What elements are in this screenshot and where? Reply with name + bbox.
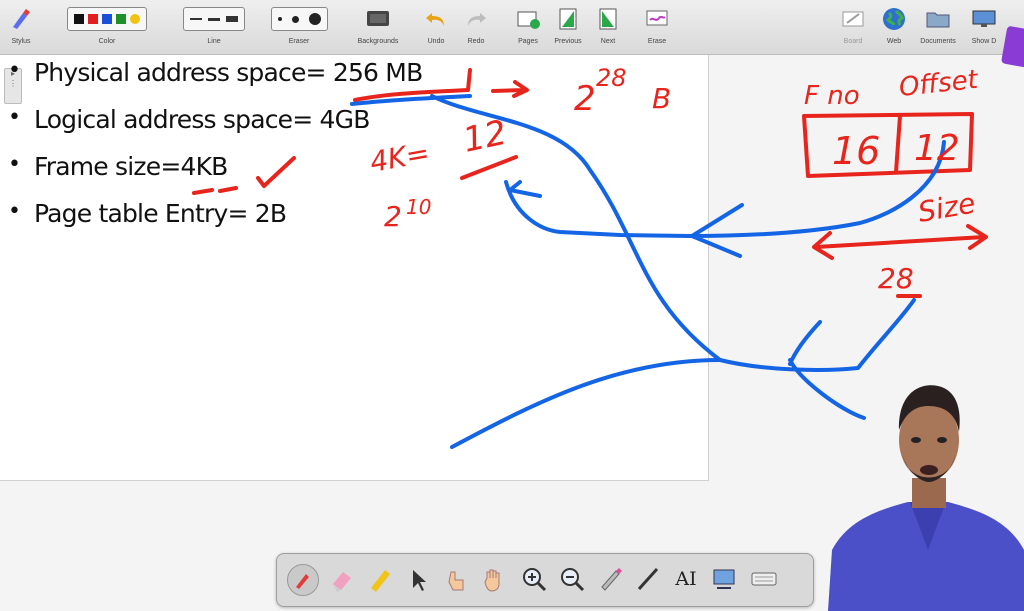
ink-range-arrow xyxy=(812,224,988,260)
line-tool-button[interactable] xyxy=(633,564,663,594)
ink-frac-exp: 10 xyxy=(406,195,431,219)
screen-capture-icon xyxy=(713,569,735,589)
pointing-hand-icon xyxy=(448,571,464,591)
capture-tool-button[interactable] xyxy=(709,564,739,594)
highlighter-icon xyxy=(371,570,390,592)
text-tool-label: AI xyxy=(675,568,697,590)
pan-hand-tool-button[interactable] xyxy=(479,564,509,594)
ink-blue-lower xyxy=(450,320,866,449)
ink-size-value: 12 xyxy=(460,113,511,161)
ink-offset-bits: 12 xyxy=(914,128,960,169)
ink-size-word: Size xyxy=(915,186,977,228)
ink-offset: Offset xyxy=(898,65,980,103)
ink-frame-no: F no xyxy=(804,81,860,111)
magic-pen-icon xyxy=(601,568,622,591)
pen-tools-bar: AI xyxy=(276,553,814,607)
magic-pen-tool-button[interactable] xyxy=(595,564,625,594)
keyboard-tool-button[interactable] xyxy=(749,564,779,594)
zoom-out-tool-button[interactable] xyxy=(557,564,587,594)
ink-blue-arrow-12 xyxy=(508,180,542,198)
ink-check-4kb xyxy=(256,156,296,188)
eraser-icon xyxy=(333,572,351,592)
zoom-in-tool-button[interactable] xyxy=(519,564,549,594)
ink-frame-bits: 16 xyxy=(832,129,880,173)
pointer-hand-tool-button[interactable] xyxy=(441,564,471,594)
highlighter-tool-button[interactable] xyxy=(365,564,395,594)
ink-frac-top: 2 xyxy=(384,200,402,233)
zoom-out-icon xyxy=(561,568,585,592)
arrow-cursor-icon xyxy=(413,570,426,591)
text-tool-button[interactable]: AI xyxy=(671,564,701,594)
zoom-in-icon xyxy=(523,568,547,592)
ink-size-label: 4K= xyxy=(367,136,431,179)
ink-power-exp: 28 xyxy=(596,64,627,92)
select-tool-button[interactable] xyxy=(403,564,433,594)
pen-icon xyxy=(287,564,319,596)
ink-unit: B xyxy=(652,82,671,115)
ink-dashes-4kb xyxy=(192,186,238,195)
open-hand-icon xyxy=(484,569,500,592)
ink-arrow-red xyxy=(491,80,529,98)
line-icon xyxy=(637,567,659,591)
ink-annotations: 2 28 B 4K= 12 2 10 F no Offset 16 12 Siz… xyxy=(192,64,988,449)
ink-range-label: 28 xyxy=(878,262,914,295)
pen-tool-button[interactable] xyxy=(287,564,319,596)
keyboard-icon xyxy=(751,572,777,586)
eraser-tool-button[interactable] xyxy=(327,564,357,594)
ink-power-base: 2 xyxy=(574,79,596,119)
